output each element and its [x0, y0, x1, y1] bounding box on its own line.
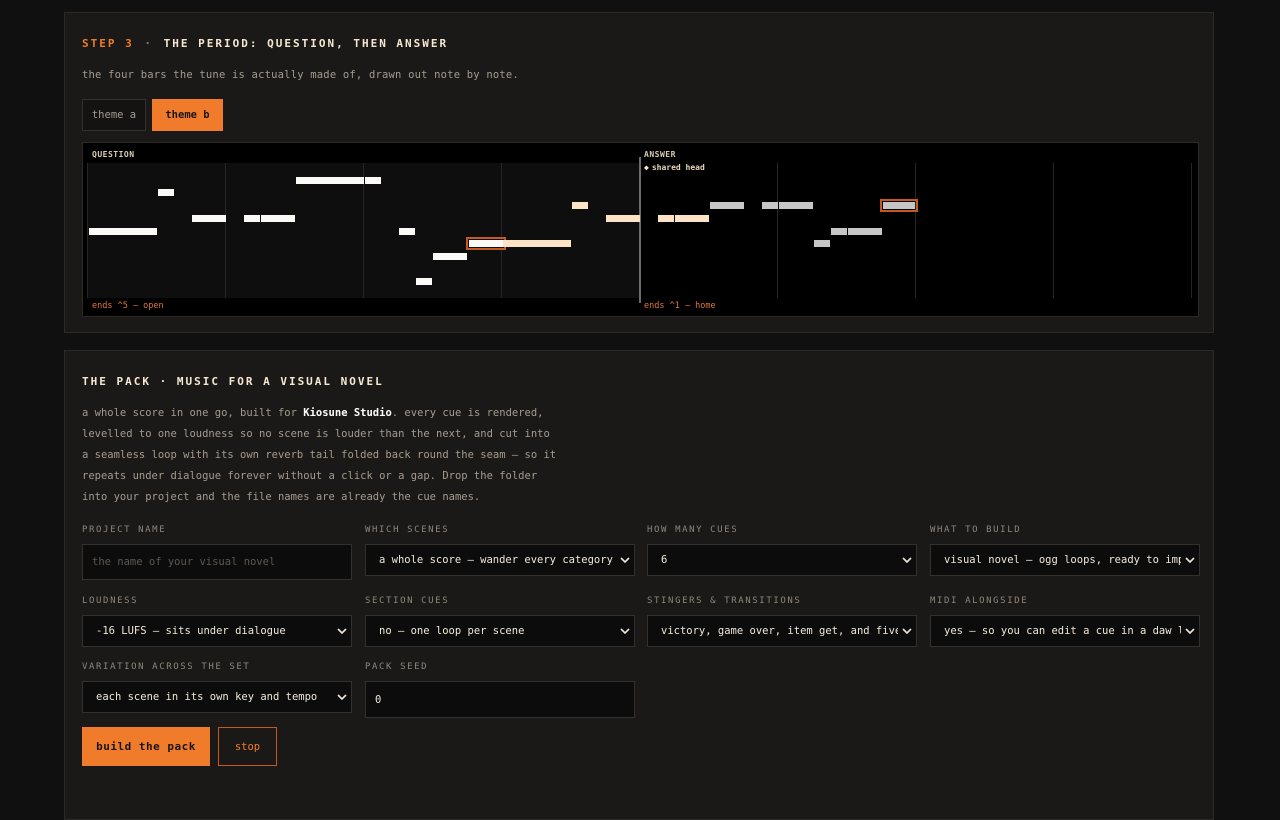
- stingers-label: STINGERS & TRANSITIONS: [647, 596, 802, 606]
- piano-roll: QUESTION ANSWER ◆ shared head ends ^5 — o…: [82, 142, 1199, 317]
- what-to-build-label: WHAT TO BUILD: [930, 525, 1022, 535]
- tab-theme-a[interactable]: theme a: [82, 99, 146, 131]
- note[interactable]: [296, 177, 364, 184]
- chevron-down-icon: [1181, 628, 1199, 634]
- loudness-value: -16 LUFS — sits under dialogue: [96, 625, 286, 637]
- note[interactable]: [416, 278, 432, 285]
- variation-label: VARIATION ACROSS THE SET: [82, 662, 251, 672]
- pack-description: a whole score in one go, built for Kiosu…: [82, 403, 562, 508]
- section-cues-label: SECTION CUES: [365, 596, 450, 606]
- chevron-down-icon: [616, 628, 634, 634]
- answer-ending: ends ^1 — home: [644, 301, 716, 311]
- question-label: QUESTION: [92, 150, 135, 159]
- note[interactable]: [831, 228, 847, 235]
- bar-line: [1191, 163, 1192, 298]
- bar-line: [87, 163, 88, 298]
- note-selected[interactable]: [880, 199, 918, 212]
- pack-title: THE PACK · MUSIC FOR A VISUAL NOVEL: [82, 375, 384, 388]
- pack-seed-value: 0: [375, 693, 382, 706]
- note[interactable]: [848, 228, 882, 235]
- note[interactable]: [192, 215, 226, 222]
- what-to-build-select[interactable]: visual novel — ogg loops, ready to impor…: [930, 544, 1200, 576]
- which-scenes-select[interactable]: a whole score — wander every category: [365, 544, 635, 576]
- section-cues-select[interactable]: no — one loop per scene: [365, 615, 635, 647]
- note-selected[interactable]: [466, 237, 506, 250]
- which-scenes-label: WHICH SCENES: [365, 525, 450, 535]
- midi-select[interactable]: yes — so you can edit a cue in a daw lat…: [930, 615, 1200, 647]
- note[interactable]: [244, 215, 260, 222]
- diamond-icon: ◆: [644, 163, 649, 172]
- question-ending: ends ^5 — open: [92, 301, 164, 311]
- midi-label: MIDI ALONGSIDE: [930, 596, 1029, 606]
- bar-line: [501, 163, 502, 298]
- period-heading: STEP 3 · THE PERIOD: QUESTION, THEN ANSW…: [82, 37, 448, 50]
- description-text: a whole score in one go, built for: [82, 407, 304, 419]
- project-name-placeholder: the name of your visual novel: [92, 556, 276, 568]
- note[interactable]: [779, 202, 813, 209]
- shared-head-label: shared head: [651, 163, 705, 172]
- stop-button[interactable]: stop: [218, 727, 277, 766]
- which-scenes-value: a whole score — wander every category: [379, 554, 613, 566]
- note[interactable]: [399, 228, 415, 235]
- period-title: THE PERIOD: QUESTION, THEN ANSWER: [163, 37, 449, 50]
- note[interactable]: [675, 215, 709, 222]
- variation-value: each scene in its own key and tempo: [96, 691, 318, 703]
- chevron-down-icon: [616, 557, 634, 563]
- variation-select[interactable]: each scene in its own key and tempo: [82, 681, 352, 713]
- studio-name: Kiosune Studio: [303, 407, 392, 419]
- step-label: STEP 3: [82, 37, 134, 50]
- note[interactable]: [261, 215, 295, 222]
- stingers-select[interactable]: victory, game over, item get, and five t…: [647, 615, 917, 647]
- phrase-divider: [639, 157, 641, 303]
- note[interactable]: [365, 177, 381, 184]
- bar-line: [225, 163, 226, 298]
- note[interactable]: [89, 228, 157, 235]
- stingers-value: victory, game over, item get, and five t…: [661, 625, 898, 637]
- midi-value: yes — so you can edit a cue in a daw lat…: [944, 625, 1181, 637]
- project-name-input[interactable]: the name of your visual novel: [82, 544, 352, 580]
- how-many-cues-select[interactable]: 6: [647, 544, 917, 576]
- chevron-down-icon: [333, 694, 351, 700]
- note[interactable]: [572, 202, 588, 209]
- project-name-label: PROJECT NAME: [82, 525, 167, 535]
- section-cues-value: no — one loop per scene: [379, 625, 525, 637]
- note[interactable]: [158, 189, 174, 196]
- note[interactable]: [658, 215, 674, 222]
- description-text: . every cue is rendered, levelled to one…: [82, 407, 557, 503]
- tab-theme-b[interactable]: theme b: [152, 99, 223, 131]
- note[interactable]: [762, 202, 778, 209]
- period-subtitle: the four bars the tune is actually made …: [82, 69, 519, 81]
- bar-line: [777, 163, 778, 298]
- note[interactable]: [710, 202, 744, 209]
- build-pack-button[interactable]: build the pack: [82, 727, 210, 766]
- chevron-down-icon: [898, 628, 916, 634]
- note[interactable]: [814, 240, 830, 247]
- chevron-down-icon: [1181, 557, 1199, 563]
- period-panel: STEP 3 · THE PERIOD: QUESTION, THEN ANSW…: [64, 12, 1214, 333]
- chevron-down-icon: [898, 557, 916, 563]
- what-to-build-value: visual novel — ogg loops, ready to impor…: [944, 554, 1181, 566]
- pack-seed-input[interactable]: 0: [365, 681, 635, 718]
- note[interactable]: [503, 240, 571, 247]
- pack-panel: THE PACK · MUSIC FOR A VISUAL NOVEL a wh…: [64, 350, 1214, 820]
- how-many-cues-label: HOW MANY CUES: [647, 525, 739, 535]
- chevron-down-icon: [333, 628, 351, 634]
- note[interactable]: [606, 215, 640, 222]
- bar-line: [915, 163, 916, 298]
- bar-line: [1053, 163, 1054, 298]
- loudness-select[interactable]: -16 LUFS — sits under dialogue: [82, 615, 352, 647]
- heading-separator: ·: [144, 37, 153, 50]
- how-many-cues-value: 6: [661, 554, 668, 566]
- pack-seed-label: PACK SEED: [365, 662, 429, 672]
- shared-head-marker: ◆ shared head: [644, 163, 705, 172]
- answer-label: ANSWER: [644, 150, 676, 159]
- note[interactable]: [433, 253, 467, 260]
- loudness-label: LOUDNESS: [82, 596, 139, 606]
